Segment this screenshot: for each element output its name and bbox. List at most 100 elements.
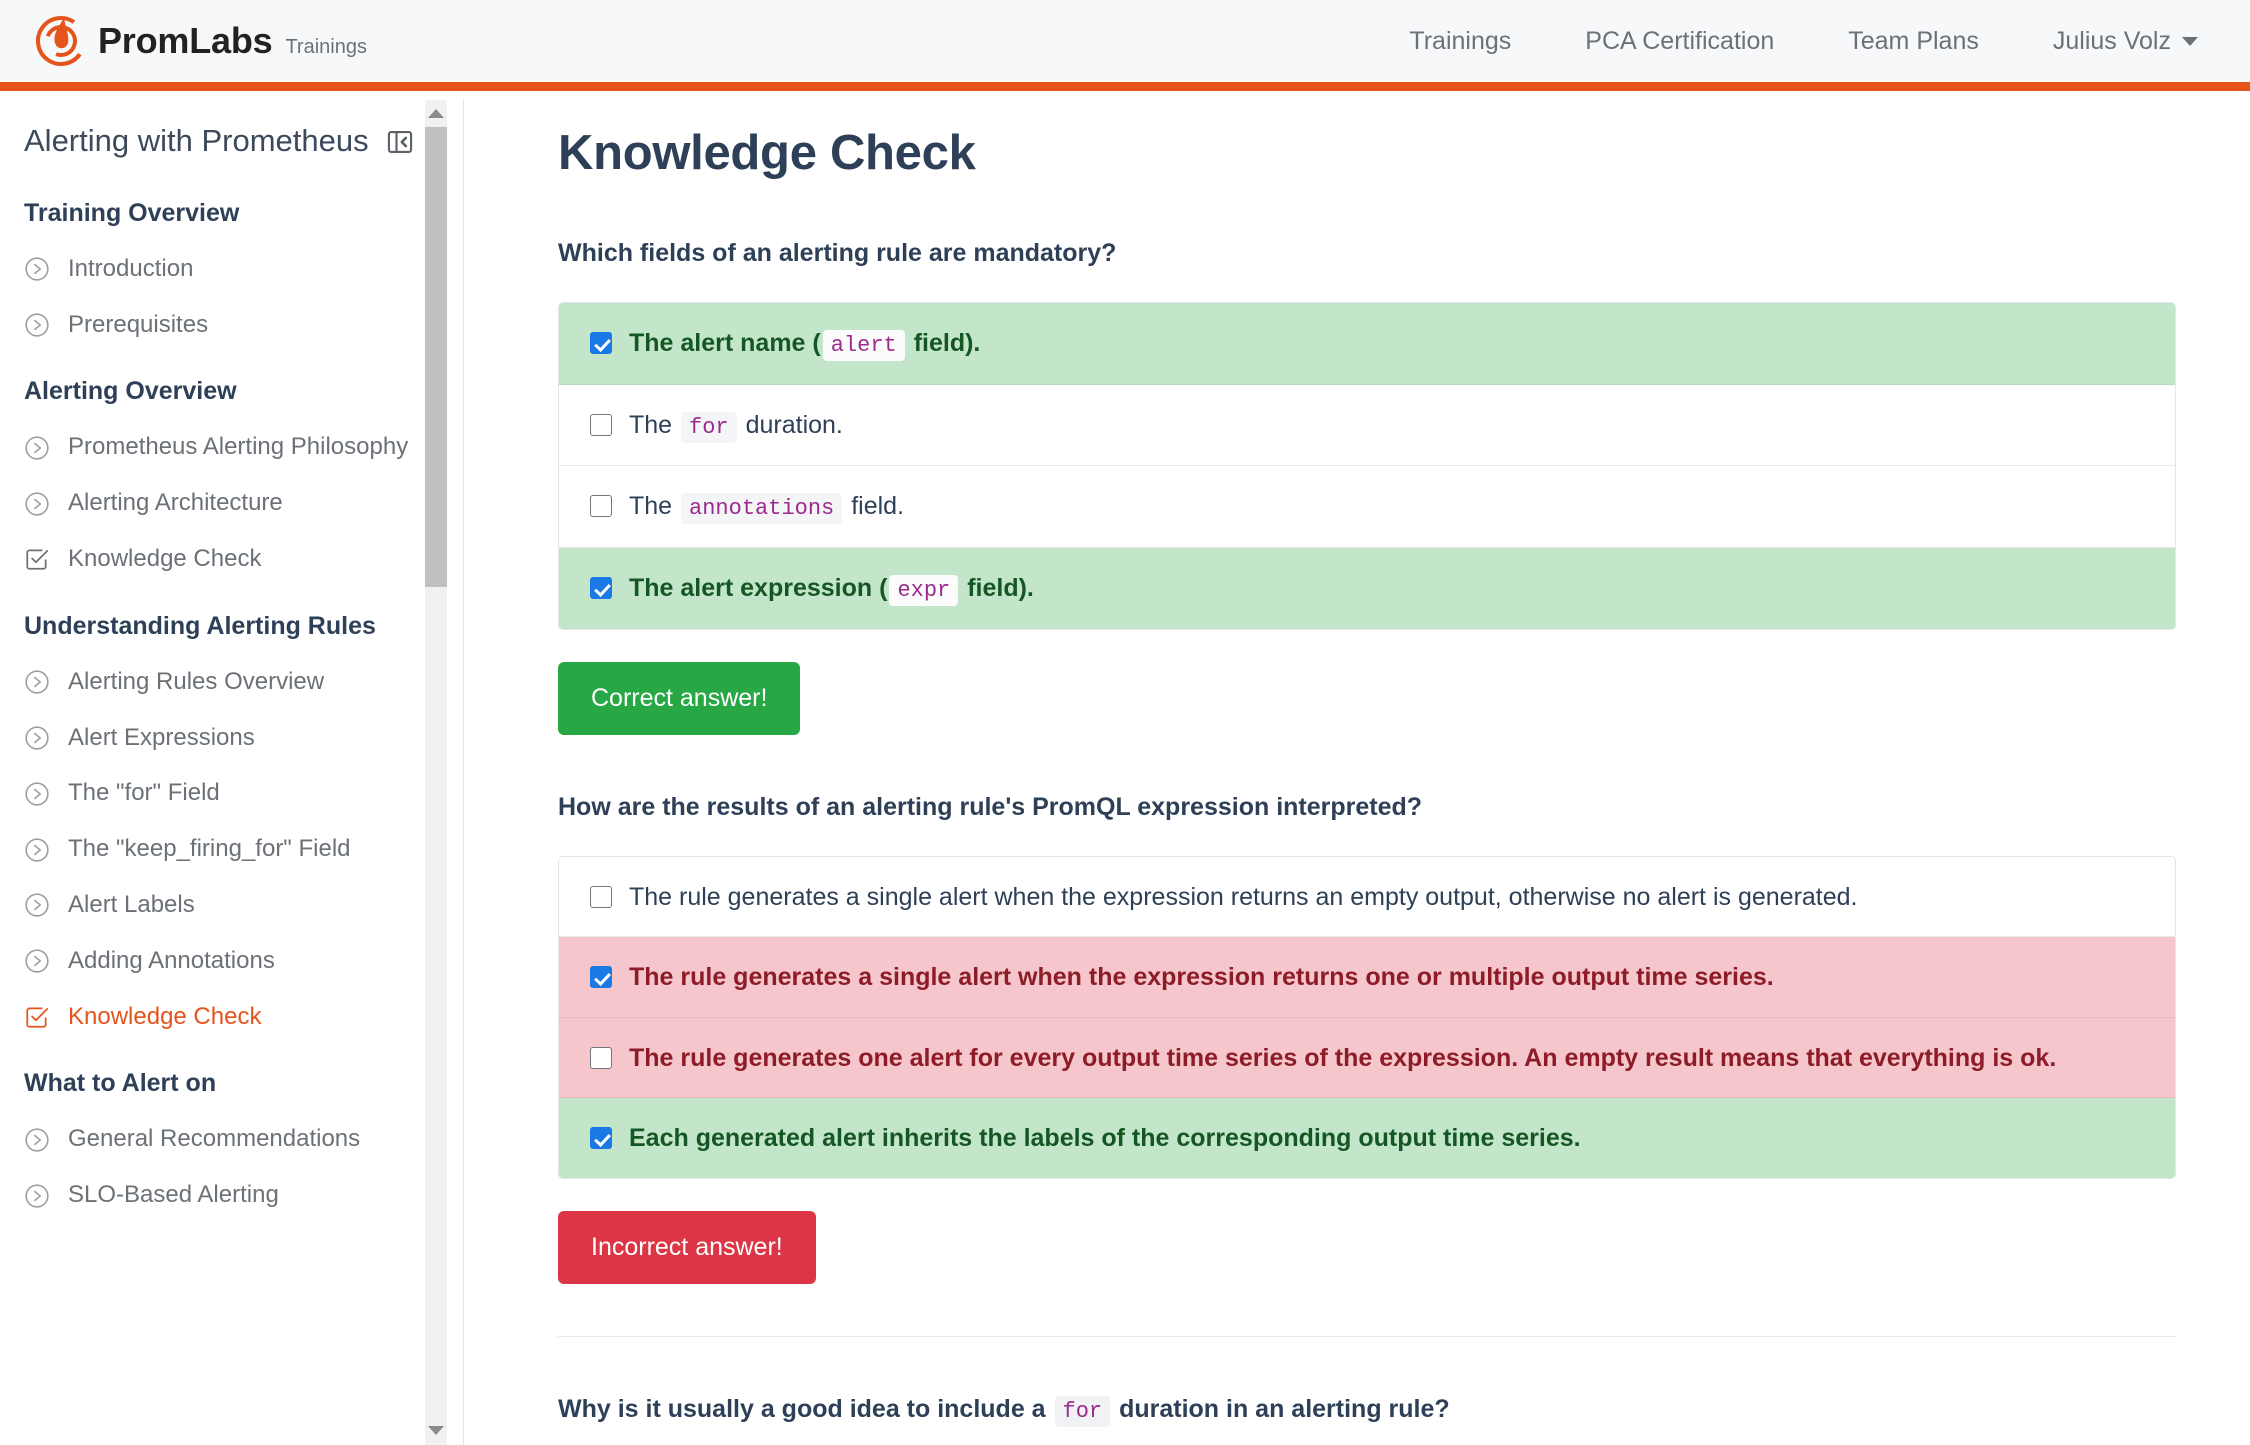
promlabs-logo-icon: [33, 13, 89, 69]
sidebar-section-heading: Training Overview: [24, 198, 240, 227]
user-menu-label: Julius Volz: [2052, 26, 2171, 55]
play-circle-icon: [24, 892, 50, 918]
inline-code: annotations: [681, 493, 843, 525]
sidebar-item-alerting-architecture[interactable]: Alerting Architecture: [24, 489, 440, 518]
answer-option[interactable]: The rule generates one alert for every o…: [559, 1017, 2175, 1099]
sidebar-item-general-recommendations[interactable]: General Recommendations: [24, 1125, 440, 1154]
answer-checkbox-checked[interactable]: [590, 332, 612, 355]
answer-option-label: The rule generates a single alert when t…: [629, 882, 1858, 911]
answer-option[interactable]: The rule generates a single alert when t…: [559, 856, 2175, 938]
sidebar-item-alert-expressions[interactable]: Alert Expressions: [24, 724, 440, 753]
chevron-down-icon: [2182, 36, 2198, 46]
question-prompt: How are the results of an alerting rule'…: [558, 792, 1423, 821]
sidebar-item-the-for-field[interactable]: The "for" Field: [24, 779, 440, 808]
sidebar-item-label: Alert Expressions: [68, 723, 255, 751]
sidebar-item-the-keep-firing-for-field[interactable]: The "keep_firing_for" Field: [24, 835, 440, 864]
play-circle-icon: [24, 1183, 50, 1209]
answer-checkbox-checked[interactable]: [590, 966, 612, 989]
section-divider: [558, 1335, 2176, 1337]
answer-option-label: The for duration.: [629, 408, 843, 443]
answer-checkbox-unchecked[interactable]: [590, 885, 612, 908]
inline-code: expr: [889, 575, 959, 607]
scroll-down-arrow-icon[interactable]: [425, 1419, 447, 1441]
nav-links: Trainings PCA Certification Team Plans J…: [1372, 27, 2198, 56]
inline-code: for: [681, 411, 737, 443]
main-content: Knowledge Check Which fields of an alert…: [465, 100, 2250, 1445]
sidebar-item-label: The "keep_firing_for" Field: [68, 835, 351, 863]
answer-checkbox-unchecked[interactable]: [590, 1046, 612, 1069]
sidebar-item-alerting-rules-overview[interactable]: Alerting Rules Overview: [24, 668, 440, 697]
play-circle-icon: [24, 837, 50, 863]
brand-subtitle: Trainings: [285, 35, 367, 58]
answer-option-label: The rule generates a single alert when t…: [629, 963, 1774, 992]
sidebar-item-label: Alerting Architecture: [68, 489, 283, 517]
sidebar-item-label: Adding Annotations: [68, 946, 275, 974]
answer-option-label: Each generated alert inherits the labels…: [629, 1124, 1581, 1153]
sidebar-item-label: Prerequisites: [68, 310, 209, 338]
course-sidebar: Alerting with Prometheus Training Overvi…: [0, 100, 464, 1445]
play-circle-icon: [24, 312, 50, 338]
top-navigation-bar: PromLabs Trainings Trainings PCA Certifi…: [0, 0, 2250, 91]
answer-option-list: The alert name (alert field). The for dur…: [558, 302, 2176, 630]
nav-link-team-plans[interactable]: Team Plans: [1811, 27, 2016, 56]
brand-logo-link[interactable]: PromLabs Trainings: [33, 13, 367, 69]
play-circle-icon: [24, 256, 50, 282]
nav-link-pca-certification[interactable]: PCA Certification: [1548, 27, 1811, 56]
page-title: Knowledge Check: [558, 126, 976, 180]
nav-link-trainings[interactable]: Trainings: [1372, 27, 1548, 56]
sidebar-item-alert-labels[interactable]: Alert Labels: [24, 891, 440, 920]
sidebar-item-label: General Recommendations: [68, 1125, 361, 1153]
answer-option[interactable]: The alert expression (expr field).: [559, 548, 2175, 629]
answer-option-list: The rule generates a single alert when t…: [558, 855, 2176, 1179]
answer-option-label: The annotations field.: [629, 489, 904, 525]
sidebar-item-slo-based-alerting[interactable]: SLO-Based Alerting: [24, 1181, 440, 1210]
answer-checkbox-unchecked[interactable]: [590, 495, 612, 518]
answer-option-label: The rule generates one alert for every o…: [629, 1043, 2057, 1072]
sidebar-item-label: Knowledge Check: [68, 1002, 262, 1030]
correct-answer-button[interactable]: Correct answer!: [558, 661, 801, 735]
play-circle-icon: [24, 1127, 50, 1153]
question-prompt: Which fields of an alerting rule are man…: [558, 239, 1117, 267]
scroll-up-arrow-icon[interactable]: [425, 102, 447, 124]
sidebar-item-knowledge-check[interactable]: Knowledge Check: [24, 1003, 440, 1032]
sidebar-item-label: Alerting Rules Overview: [68, 667, 325, 695]
panel-collapse-icon[interactable]: [386, 128, 414, 156]
play-circle-icon: [24, 725, 50, 751]
knowledge-check-questions: Which fields of an alerting rule are man…: [558, 235, 2250, 1428]
sidebar-section-heading: What to Alert on: [24, 1069, 217, 1098]
question-prompt: Why is it usually a good idea to include…: [558, 1391, 2250, 1428]
answer-option[interactable]: The rule generates a single alert when t…: [559, 937, 2175, 1018]
answer-option-label: The alert name (alert field).: [629, 326, 980, 362]
answer-checkbox-unchecked[interactable]: [590, 413, 612, 436]
sidebar-item-introduction[interactable]: Introduction: [24, 255, 440, 284]
sidebar-section-heading: Alerting Overview: [24, 377, 237, 406]
user-menu[interactable]: Julius Volz: [2016, 27, 2198, 56]
sidebar-item-label: The "for" Field: [68, 779, 220, 807]
sidebar-item-prerequisites[interactable]: Prerequisites: [24, 311, 440, 340]
inline-code: alert: [822, 330, 905, 362]
answer-option[interactable]: The for duration.: [559, 384, 2175, 467]
inline-code: for: [1054, 1395, 1111, 1427]
answer-option[interactable]: Each generated alert inherits the labels…: [559, 1098, 2175, 1178]
play-circle-icon: [24, 669, 50, 695]
sidebar-item-label: SLO-Based Alerting: [68, 1181, 279, 1209]
sidebar-item-prometheus-alerting-philosophy[interactable]: Prometheus Alerting Philosophy: [24, 433, 440, 462]
sidebar-item-label: Introduction: [68, 254, 194, 282]
sidebar-section-heading: Understanding Alerting Rules: [24, 611, 376, 640]
answer-option-label: The alert expression (expr field).: [629, 571, 1034, 607]
answer-option[interactable]: The alert name (alert field).: [559, 303, 2175, 385]
sidebar-content: Alerting with Prometheus Training Overvi…: [0, 100, 440, 1210]
answer-checkbox-checked[interactable]: [590, 1127, 612, 1150]
brand-name: PromLabs: [98, 20, 273, 61]
sidebar-header: Alerting with Prometheus: [24, 100, 440, 161]
check-square-icon: [24, 546, 50, 572]
play-circle-icon: [24, 781, 50, 807]
sidebar-sections: Training Overview Introduction Prerequisit…: [24, 199, 440, 1210]
check-square-icon: [24, 1004, 50, 1030]
sidebar-item-knowledge-check[interactable]: Knowledge Check: [24, 545, 440, 574]
incorrect-answer-button[interactable]: Incorrect answer!: [558, 1210, 816, 1284]
sidebar-item-adding-annotations[interactable]: Adding Annotations: [24, 947, 440, 976]
sidebar-scrollbar-thumb[interactable]: [425, 127, 447, 587]
answer-checkbox-checked[interactable]: [590, 577, 612, 600]
answer-option[interactable]: The annotations field.: [559, 466, 2175, 549]
